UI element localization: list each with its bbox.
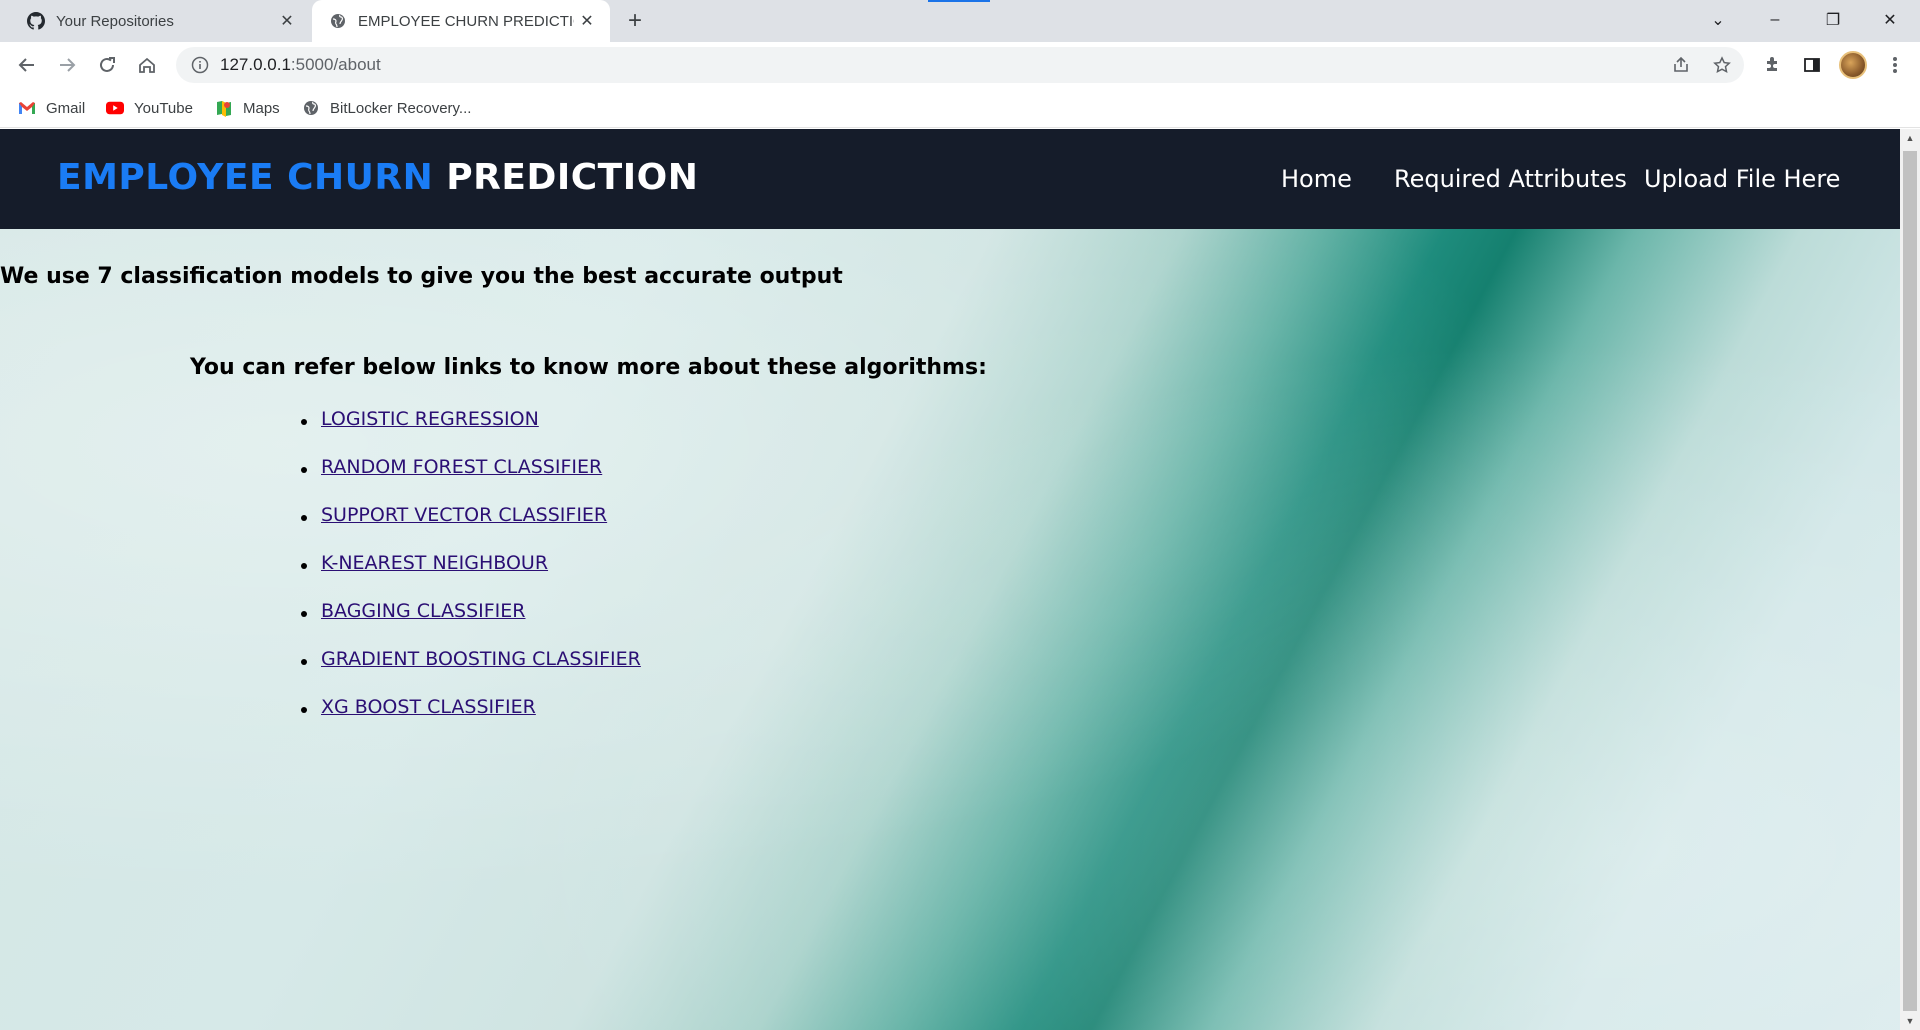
close-icon[interactable]: ✕ xyxy=(274,8,300,34)
nav-upload-file[interactable]: Upload File Here xyxy=(1644,165,1840,193)
menu-kebab-icon[interactable] xyxy=(1880,50,1910,80)
list-item: XG BOOST CLASSIFIER xyxy=(300,696,641,744)
url-host: 127.0.0.1 xyxy=(220,55,291,74)
scroll-up-icon[interactable]: ▲ xyxy=(1900,129,1920,147)
new-tab-button[interactable]: + xyxy=(620,6,650,36)
back-icon[interactable] xyxy=(12,50,42,80)
site-brand[interactable]: EMPLOYEE CHURN PREDICTION xyxy=(57,157,698,198)
extensions-icon[interactable] xyxy=(1757,50,1787,80)
gmail-icon xyxy=(18,99,36,117)
intro-heading: We use 7 classification models to give y… xyxy=(0,264,843,289)
browser-toolbar: 127.0.0.1:5000/about xyxy=(0,42,1920,88)
bookmark-youtube[interactable]: YouTube xyxy=(106,96,193,120)
link-random-forest[interactable]: RANDOM FOREST CLASSIFIER xyxy=(321,456,602,478)
list-item: LOGISTIC REGRESSION xyxy=(300,408,641,456)
page-viewport: EMPLOYEE CHURN PREDICTION Home Required … xyxy=(0,129,1900,1030)
address-bar[interactable]: 127.0.0.1:5000/about xyxy=(176,47,1744,83)
tab-title: Your Repositories xyxy=(56,12,174,30)
reload-icon[interactable] xyxy=(92,50,122,80)
link-gradient-boosting[interactable]: GRADIENT BOOSTING CLASSIFIER xyxy=(321,648,641,670)
bookmark-label: Maps xyxy=(243,99,280,117)
side-panel-icon[interactable] xyxy=(1797,50,1827,80)
link-k-nearest[interactable]: K-NEAREST NEIGHBOUR xyxy=(321,552,548,574)
maps-icon xyxy=(215,99,233,117)
browser-tab-strip: Your Repositories ✕ EMPLOYEE CHURN PREDI… xyxy=(0,0,1920,42)
url-text: 127.0.0.1:5000/about xyxy=(220,55,381,75)
site-header: EMPLOYEE CHURN PREDICTION Home Required … xyxy=(0,129,1900,229)
scrollbar-thumb[interactable] xyxy=(1903,151,1917,1011)
bookmark-gmail[interactable]: Gmail xyxy=(18,96,85,120)
home-icon[interactable] xyxy=(132,50,162,80)
tab-search-icon[interactable]: ⌄ xyxy=(1695,0,1741,40)
bookmark-maps[interactable]: Maps xyxy=(215,96,280,120)
bookmark-label: YouTube xyxy=(134,99,193,117)
nav-required-attributes[interactable]: Required Attributes xyxy=(1394,165,1627,193)
youtube-icon xyxy=(106,99,124,117)
share-icon[interactable] xyxy=(1666,50,1696,80)
page-scrollbar[interactable]: ▲ ▼ xyxy=(1900,129,1920,1030)
list-item: RANDOM FOREST CLASSIFIER xyxy=(300,456,641,504)
list-item: K-NEAREST NEIGHBOUR xyxy=(300,552,641,600)
forward-icon[interactable] xyxy=(52,50,82,80)
brand-text: PREDICTION xyxy=(446,157,699,198)
scroll-down-icon[interactable]: ▼ xyxy=(1900,1012,1920,1030)
brand-accent-text: EMPLOYEE CHURN xyxy=(57,157,434,198)
tab-title: EMPLOYEE CHURN PREDICTION xyxy=(358,12,574,30)
link-bagging[interactable]: BAGGING CLASSIFIER xyxy=(321,600,525,622)
bookmark-label: Gmail xyxy=(46,99,86,117)
nav-home[interactable]: Home xyxy=(1281,165,1352,193)
link-support-vector[interactable]: SUPPORT VECTOR CLASSIFIER xyxy=(321,504,607,526)
bookmark-label: BitLocker Recovery... xyxy=(330,99,472,117)
list-item: SUPPORT VECTOR CLASSIFIER xyxy=(300,504,641,552)
close-icon[interactable]: ✕ xyxy=(574,8,600,34)
tab-indicator xyxy=(928,0,990,2)
bookmark-star-icon[interactable] xyxy=(1707,50,1737,80)
site-info-icon[interactable] xyxy=(182,56,218,74)
tab-employee-churn[interactable]: EMPLOYEE CHURN PREDICTION ✕ xyxy=(312,0,610,42)
list-item: GRADIENT BOOSTING CLASSIFIER xyxy=(300,648,641,696)
profile-avatar[interactable] xyxy=(1839,51,1867,79)
link-xg-boost[interactable]: XG BOOST CLASSIFIER xyxy=(321,696,536,718)
tab-your-repositories[interactable]: Your Repositories ✕ xyxy=(10,0,310,42)
link-logistic-regression[interactable]: LOGISTIC REGRESSION xyxy=(321,408,539,430)
algorithm-list: LOGISTIC REGRESSION RANDOM FOREST CLASSI… xyxy=(300,408,641,744)
refer-heading: You can refer below links to know more a… xyxy=(190,355,987,380)
list-item: BAGGING CLASSIFIER xyxy=(300,600,641,648)
url-path: :5000/about xyxy=(290,55,381,74)
minimize-icon[interactable]: – xyxy=(1752,0,1798,40)
restore-icon[interactable]: ❐ xyxy=(1810,0,1856,40)
window-close-icon[interactable]: ✕ xyxy=(1867,0,1913,40)
globe-icon xyxy=(328,11,348,31)
github-icon xyxy=(26,11,46,31)
globe-icon xyxy=(302,99,320,117)
bookmark-bitlocker[interactable]: BitLocker Recovery... xyxy=(302,96,471,120)
bookmarks-bar: Gmail YouTube Maps BitLocker Recovery... xyxy=(0,88,1920,128)
